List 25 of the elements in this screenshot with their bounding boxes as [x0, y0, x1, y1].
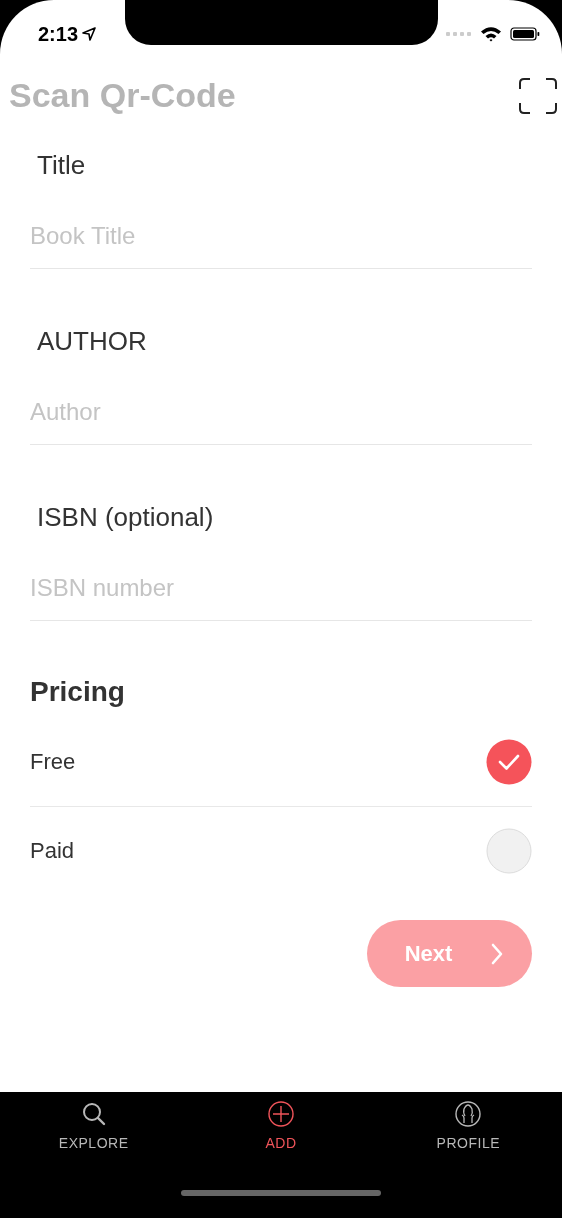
field-label: ISBN (optional): [37, 502, 215, 533]
field-label: Title: [37, 150, 87, 181]
scan-frame-icon[interactable]: [519, 77, 557, 114]
input-field[interactable]: ISBN number: [30, 574, 532, 602]
option-label: Paid: [30, 838, 75, 864]
tab-bar-item[interactable]: EXPLORE: [23, 1100, 164, 1152]
location-arrow-icon: [82, 27, 97, 41]
tab-bar-item[interactable]: PROFILE: [398, 1100, 539, 1152]
option-label: Free: [30, 749, 76, 775]
tab-bar-item[interactable]: ADD: [211, 1100, 351, 1152]
section-heading: Pricing: [30, 676, 126, 708]
status-time: 2:13: [38, 22, 79, 46]
checked-radio-icon[interactable]: [486, 739, 532, 785]
chevron-right-icon: [490, 941, 505, 966]
field-label: AUTHOR: [37, 326, 148, 357]
battery-icon: [510, 27, 540, 41]
page-title: Scan Qr-Code: [9, 76, 236, 115]
plus-circle-icon: [268, 1101, 294, 1127]
person-circle-icon: [455, 1101, 482, 1127]
search-icon: [80, 1101, 107, 1127]
wifi-icon: [480, 26, 502, 42]
input-field[interactable]: Book Title: [30, 222, 532, 250]
radio-icon[interactable]: [486, 828, 532, 874]
signal-icon: [446, 32, 472, 36]
input-field[interactable]: Author: [30, 398, 532, 426]
